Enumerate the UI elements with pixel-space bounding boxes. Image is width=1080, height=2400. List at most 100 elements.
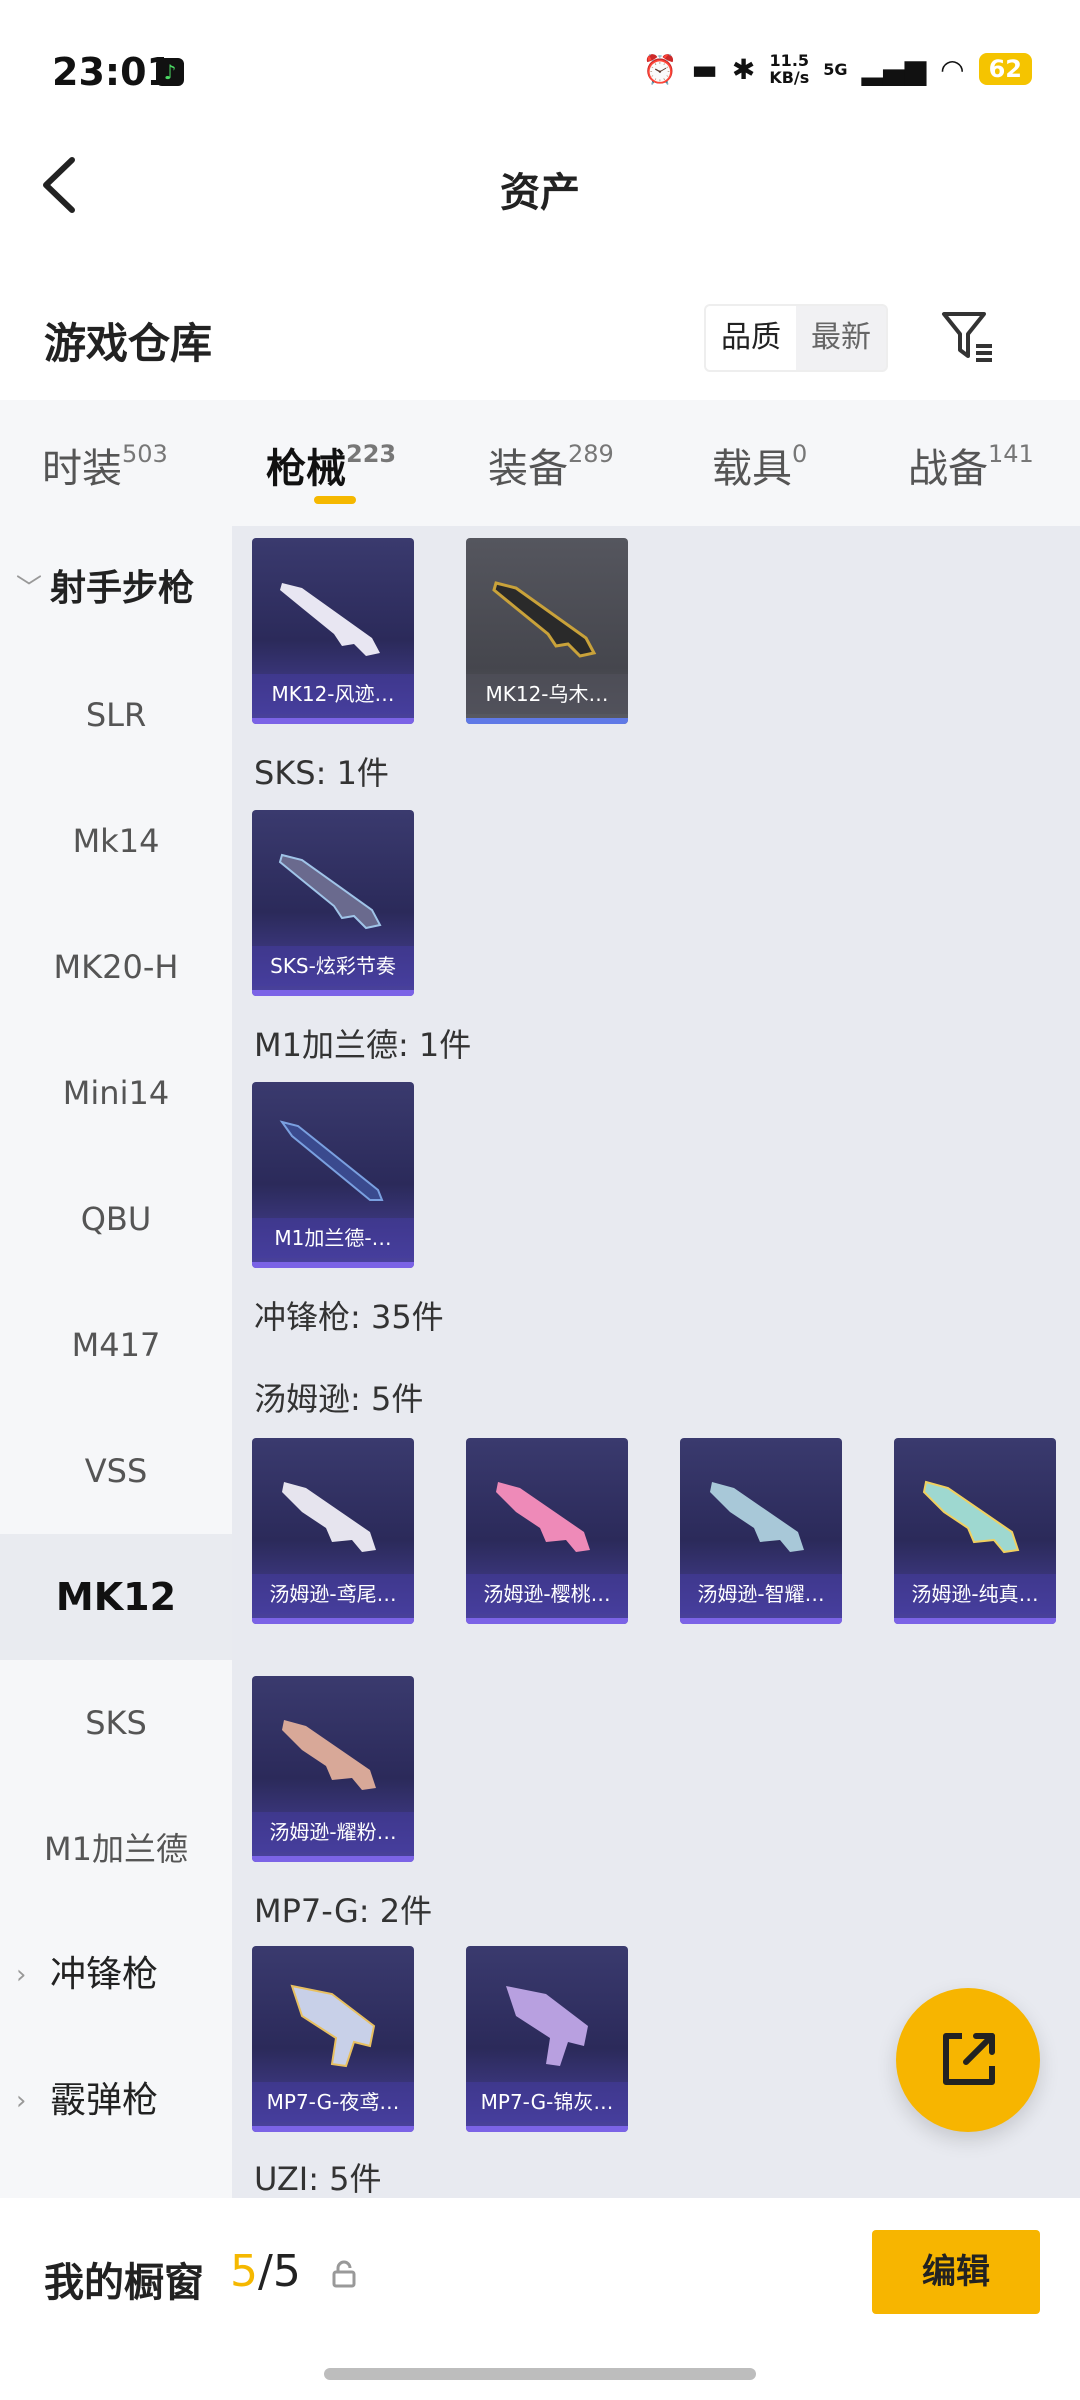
sidebar-group-marksman[interactable]: ﹀ 射手步枪 (0, 526, 232, 652)
item-name: 汤姆逊-鸢尾… (252, 1574, 414, 1614)
sidebar-group-shotgun[interactable]: › 霰弹枪 (0, 2038, 232, 2164)
tab-supplies[interactable]: 战备141 (908, 436, 1034, 494)
tab-count: 503 (122, 439, 168, 468)
section-label-sks: SKS: 1件 (254, 754, 389, 792)
tab-label: 枪械 (266, 446, 346, 492)
chevron-right-icon: › (16, 1960, 27, 1990)
sidebar-item-qbu[interactable]: QBU (0, 1156, 232, 1282)
music-app-icon: ♪ (156, 58, 184, 86)
rarity-bar (466, 2126, 628, 2132)
item-name: MK12-乌木… (466, 674, 628, 714)
item-name: 汤姆逊-耀粉… (252, 1812, 414, 1852)
item-card[interactable]: MK12-风迹… (252, 538, 414, 724)
rarity-bar (894, 1618, 1056, 1624)
item-card[interactable]: 汤姆逊-纯真… (894, 1438, 1056, 1624)
warehouse-title: 游戏仓库 (44, 319, 213, 368)
item-name: SKS-炫彩节奏 (252, 946, 414, 986)
smg-skin-icon (282, 1482, 376, 1552)
showcase-label: 我的橱窗 (44, 2260, 204, 2306)
wifi-icon: ◠ (940, 52, 965, 86)
sidebar-item-m1-garand[interactable]: M1加兰德 (0, 1786, 232, 1912)
home-indicator[interactable] (324, 2368, 756, 2380)
unlock-icon (332, 2260, 356, 2288)
edit-button[interactable]: 编辑 (872, 2230, 1040, 2314)
tab-equipment[interactable]: 装备289 (488, 436, 614, 494)
tab-fashion[interactable]: 时装503 (42, 436, 168, 494)
smg-skin-icon (922, 1480, 1020, 1554)
section-label-m1-garand: M1加兰德: 1件 (254, 1026, 472, 1064)
sidebar-item-m417[interactable]: M417 (0, 1282, 232, 1408)
status-bar: 23:01 ♪ ⏰ ▬ ✱ 11.5 KB/s 5G ▂▄▆ ◠ 62 (0, 0, 1080, 140)
item-name: 汤姆逊-纯真… (894, 1574, 1056, 1614)
item-card[interactable]: SKS-炫彩节奏 (252, 810, 414, 996)
page-title: 资产 (500, 170, 580, 216)
tab-count: 223 (346, 439, 397, 468)
item-card[interactable]: 汤姆逊-智耀… (680, 1438, 842, 1624)
smg-skin-icon (290, 1984, 376, 2068)
sidebar-group-smg[interactable]: › 冲锋枪 (0, 1912, 232, 2038)
net-speed-value: 11.5 (769, 51, 810, 70)
tab-vehicles[interactable]: 载具0 (712, 436, 807, 494)
sidebar-item-sks[interactable]: SKS (0, 1660, 232, 1786)
battery-indicator: 62 (978, 53, 1032, 85)
sort-quality-button[interactable]: 品质 (706, 306, 796, 370)
share-button[interactable] (896, 1988, 1040, 2132)
share-icon (943, 2033, 995, 2085)
item-name: M1加兰德-… (252, 1218, 414, 1258)
chevron-right-icon: › (16, 2086, 27, 2116)
smg-skin-icon (710, 1482, 804, 1552)
alarm-icon: ⏰ (642, 52, 678, 86)
item-name: 汤姆逊-樱桃… (466, 1574, 628, 1614)
tab-count: 141 (988, 439, 1034, 468)
bottom-bar: 我的橱窗 5/5 编辑 (0, 2198, 1080, 2400)
item-grid: MK12-风迹… MK12-乌木… SKS: 1件 SKS-炫彩节奏 M1加兰德… (232, 526, 1080, 2198)
item-name: MK12-风迹… (252, 674, 414, 714)
rarity-bar (252, 718, 414, 724)
sidebar-item-mk14[interactable]: Mk14 (0, 778, 232, 904)
sleep-icon: ▬ (691, 52, 718, 86)
rarity-bar (252, 1262, 414, 1268)
rarity-bar (466, 718, 628, 724)
tab-count: 289 (568, 439, 614, 468)
showcase-current: 5 (230, 2246, 258, 2297)
status-time: 23:01 (52, 50, 173, 94)
rifle-skin-icon (278, 853, 382, 930)
sidebar-item-mini14[interactable]: Mini14 (0, 1030, 232, 1156)
rarity-bar (466, 1618, 628, 1624)
item-card[interactable]: MK12-乌木… (466, 538, 628, 724)
rifle-skin-icon (492, 581, 597, 658)
net-speed: 11.5 KB/s (769, 52, 809, 86)
item-name: MP7-G-夜鸢… (252, 2082, 414, 2122)
item-card[interactable]: 汤姆逊-耀粉… (252, 1676, 414, 1862)
item-card[interactable]: 汤姆逊-樱桃… (466, 1438, 628, 1624)
rifle-skin-icon (280, 583, 380, 656)
tab-label: 装备 (488, 446, 568, 492)
tab-count: 0 (792, 439, 808, 468)
bluetooth-icon: ✱ (731, 52, 756, 86)
sidebar-item-mk12[interactable]: MK12 (0, 1534, 232, 1660)
sidebar-item-slr[interactable]: SLR (0, 652, 232, 778)
sidebar-item-mk20h[interactable]: MK20-H (0, 904, 232, 1030)
rarity-bar (252, 2126, 414, 2132)
rifle-skin-icon (279, 1120, 384, 1201)
item-card[interactable]: MP7-G-锦灰… (466, 1946, 628, 2132)
filter-icon[interactable] (938, 306, 998, 366)
signal-icon: ▂▄▆ (861, 52, 927, 86)
tab-label: 载具 (712, 446, 792, 492)
sidebar-group-label: 冲锋枪 (50, 1954, 159, 1995)
smg-skin-icon (496, 1482, 590, 1552)
item-card[interactable]: 汤姆逊-鸢尾… (252, 1438, 414, 1624)
sidebar-item-vss[interactable]: VSS (0, 1408, 232, 1534)
tab-label: 时装 (42, 446, 122, 492)
section-label-thompson: 汤姆逊: 5件 (254, 1380, 424, 1418)
tab-firearms[interactable]: 枪械223 (266, 436, 396, 494)
sort-newest-button[interactable]: 最新 (796, 306, 886, 370)
rarity-bar (252, 990, 414, 996)
weapon-sidebar: ﹀ 射手步枪 SLR Mk14 MK20-H Mini14 QBU M417 VS… (0, 526, 232, 2198)
item-card[interactable]: MP7-G-夜鸢… (252, 1946, 414, 2132)
network-type: 5G (823, 59, 848, 79)
item-card[interactable]: M1加兰德-… (252, 1082, 414, 1268)
smg-skin-icon (506, 1986, 588, 2066)
sidebar-group-label: 霰弹枪 (50, 2080, 159, 2121)
net-speed-unit: KB/s (769, 68, 810, 87)
